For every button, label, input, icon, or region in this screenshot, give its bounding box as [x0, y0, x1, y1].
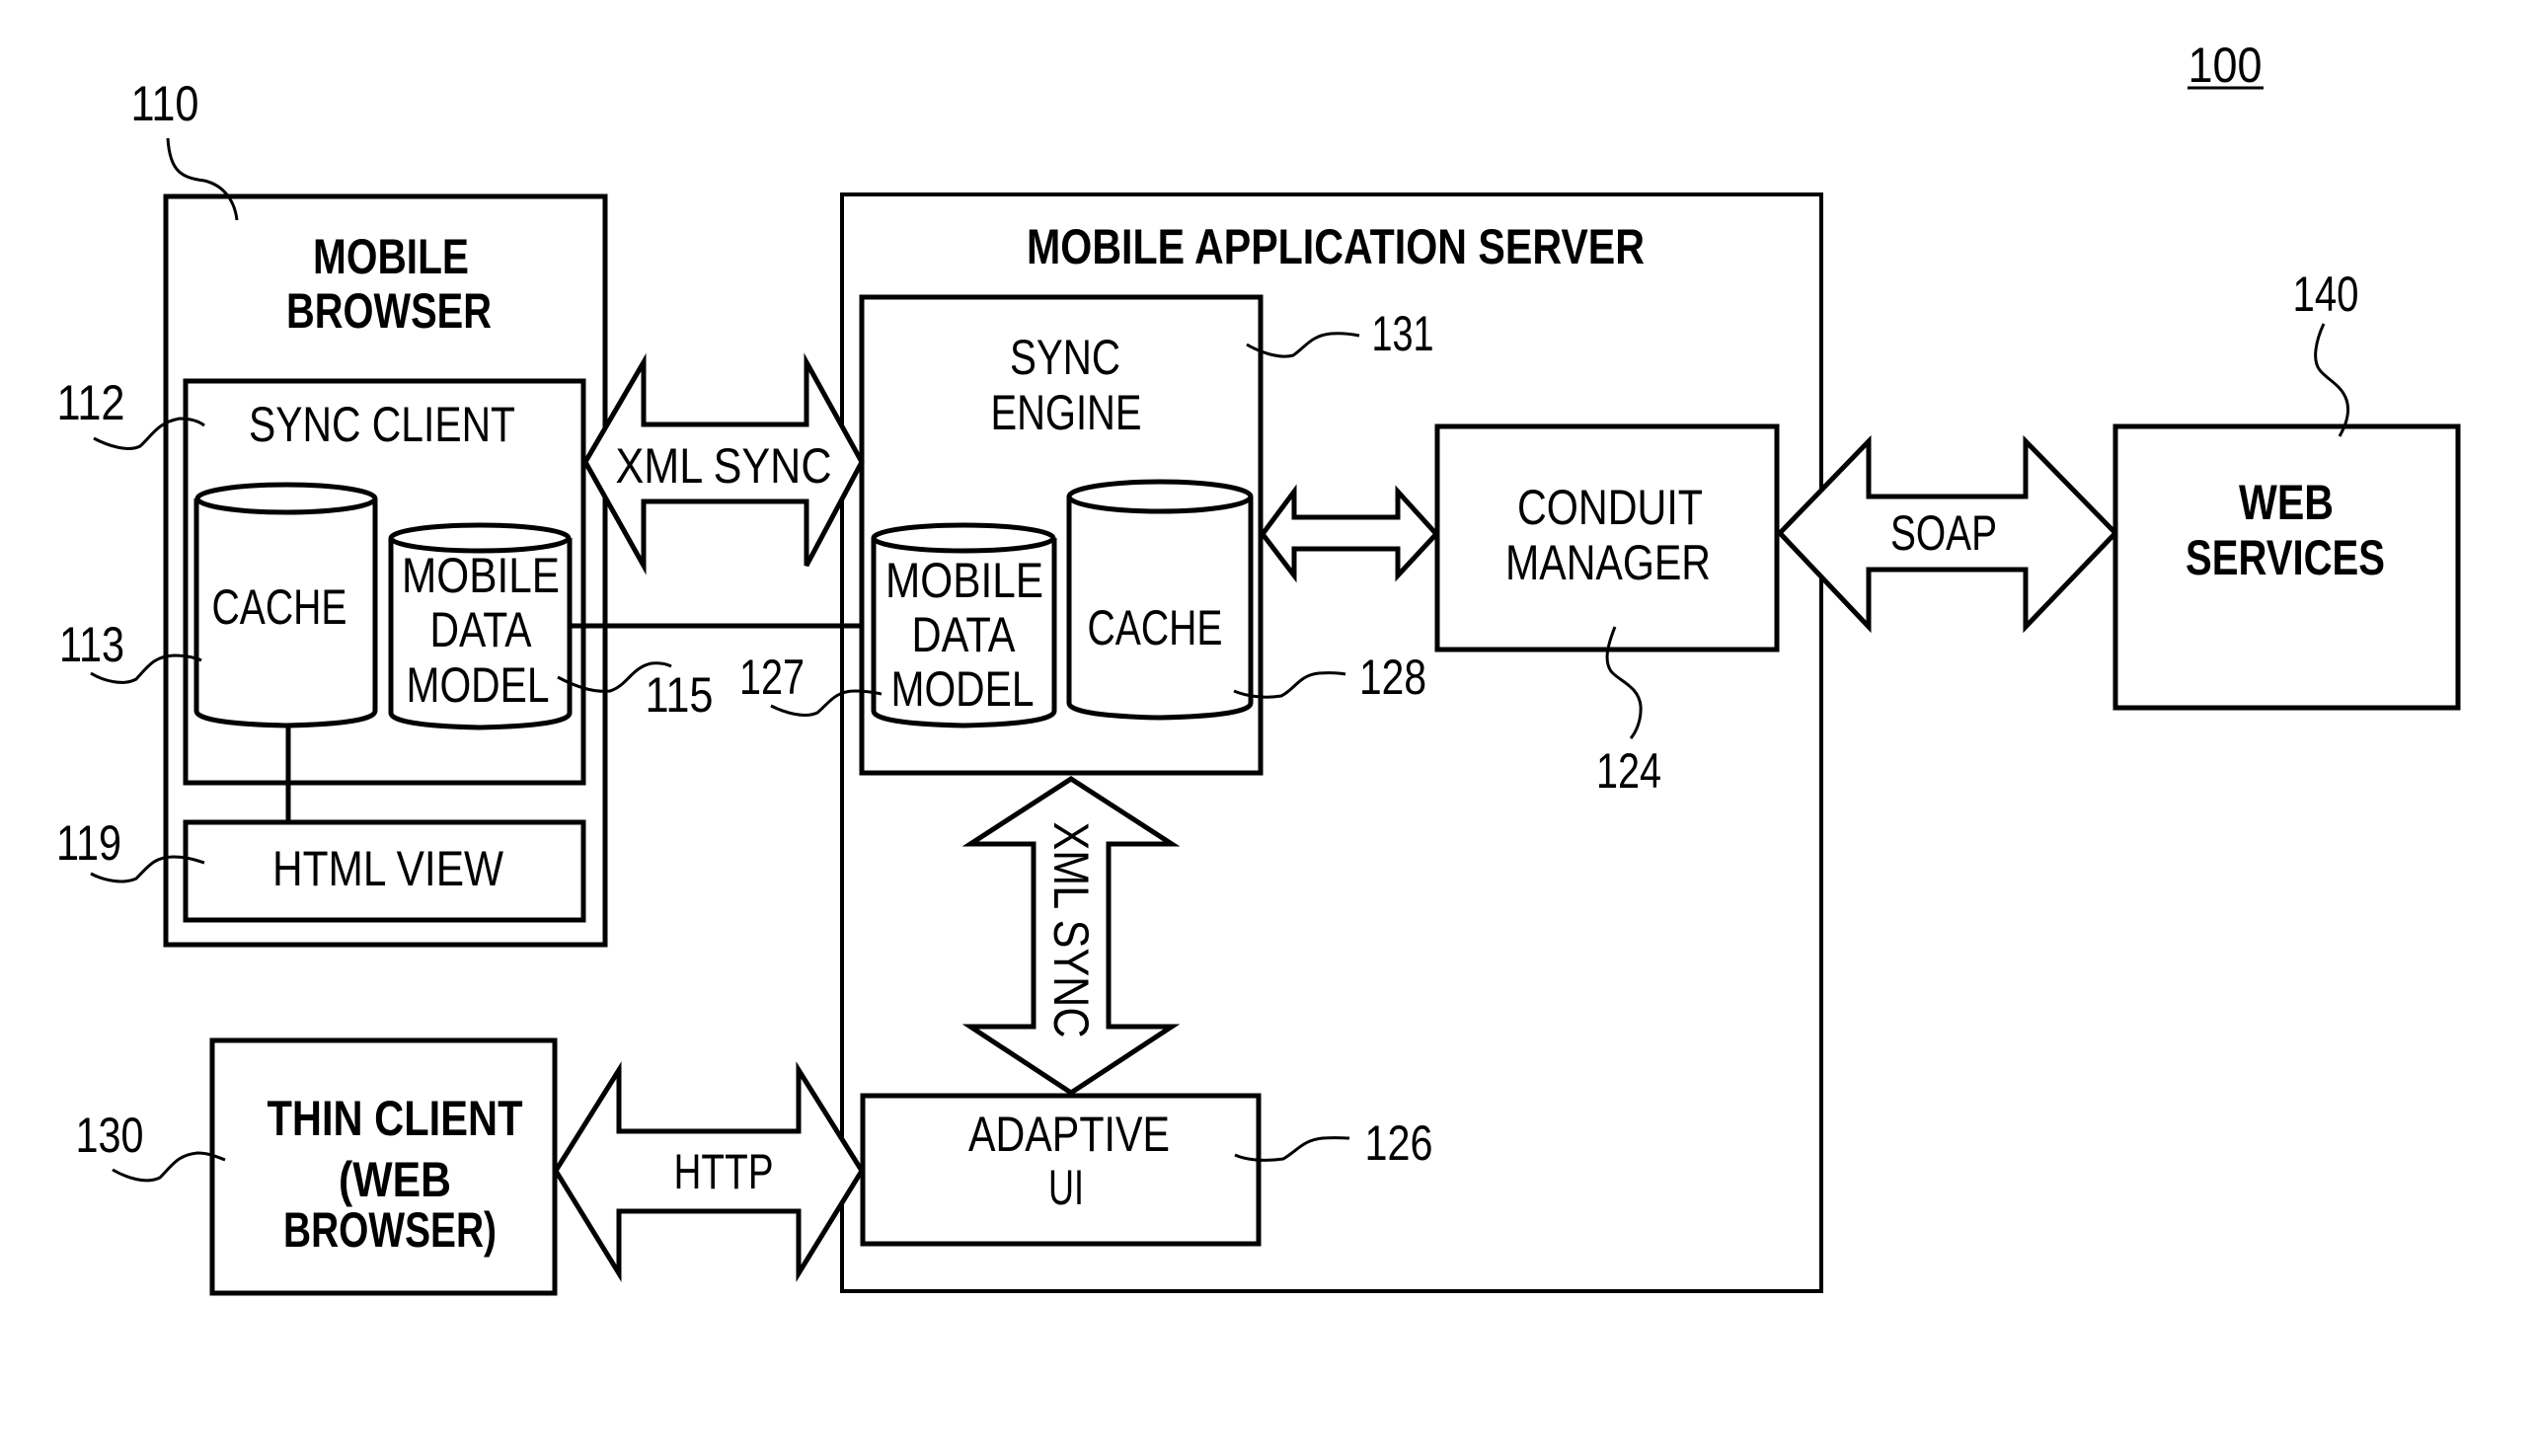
- html-view-label: HTML VIEW: [272, 841, 504, 896]
- client-cache-label: CACHE: [212, 579, 347, 635]
- server-cache-cylinder: CACHE: [1066, 479, 1254, 721]
- ref-130: 130: [76, 1108, 144, 1163]
- engine-conduit-arrow: [1259, 484, 1440, 583]
- web-services-line1: WEB: [2239, 475, 2334, 530]
- sync-client-label: SYNC CLIENT: [249, 397, 515, 452]
- adaptive-ui-line2: UI: [1048, 1160, 1084, 1215]
- server-mdm-line2: DATA: [912, 607, 1017, 662]
- ref-119: 119: [56, 815, 121, 871]
- mobile-browser-title-line1: MOBILE: [313, 229, 469, 284]
- server-title: MOBILE APPLICATION SERVER: [1027, 219, 1645, 274]
- ref-113: 113: [59, 617, 124, 672]
- client-cache-cylinder: CACHE: [193, 482, 378, 728]
- figure-number-text: 100: [2188, 38, 2263, 93]
- ref-131: 131: [1372, 306, 1434, 361]
- conduit-manager: CONDUIT MANAGER: [1434, 423, 1780, 652]
- ref-110: 110: [131, 76, 199, 131]
- client-mdm-line3: MODEL: [407, 657, 550, 713]
- engine-adaptive-xml-sync-arrow: XML SYNC: [961, 776, 1181, 1096]
- mobile-browser: MOBILE BROWSER SYNC CLIENT CACHE MOBILE …: [163, 193, 608, 948]
- figure-number: 100: [2188, 38, 2264, 93]
- server-mdm-line3: MODEL: [891, 661, 1035, 717]
- client-mobile-data-model-cylinder: MOBILE DATA MODEL: [388, 522, 573, 730]
- thin-client: THIN CLIENT (WEB BROWSER): [209, 1037, 558, 1296]
- web-services-line2: SERVICES: [2186, 530, 2385, 585]
- ref-124: 124: [1596, 743, 1661, 799]
- http-label: HTTP: [674, 1144, 774, 1199]
- web-services: WEB SERVICES: [2112, 423, 2461, 711]
- thin-client-line1: THIN CLIENT: [268, 1091, 523, 1146]
- soap-arrow: SOAP: [1776, 434, 2119, 634]
- server-mobile-data-model-cylinder: MOBILE DATA MODEL: [871, 522, 1057, 728]
- vertical-xml-sync-label: XML SYNC: [1043, 822, 1099, 1038]
- sync-engine-line1: SYNC: [1010, 330, 1120, 385]
- sync-client: SYNC CLIENT CACHE MOBILE DATA MODEL: [183, 378, 586, 786]
- ref-126: 126: [1365, 1115, 1433, 1171]
- client-mdm-line2: DATA: [430, 602, 533, 657]
- ref-128: 128: [1359, 650, 1426, 705]
- mobile-browser-title-line2: BROWSER: [286, 283, 492, 339]
- system-architecture-diagram: 100 MOBILE BROWSER SYNC CLIENT CACHE MOB…: [56, 38, 2461, 1296]
- ref-127: 127: [739, 650, 805, 705]
- html-view: HTML VIEW: [183, 819, 586, 923]
- server-mdm-line1: MOBILE: [885, 553, 1043, 608]
- soap-label: SOAP: [1890, 505, 1997, 561]
- sync-engine-line2: ENGINE: [991, 385, 1142, 440]
- server-mdm-top: [871, 522, 1056, 554]
- conduit-manager-line2: MANAGER: [1505, 535, 1711, 590]
- horizontal-xml-sync-label: XML SYNC: [616, 438, 832, 494]
- http-arrow: HTTP: [553, 1061, 865, 1282]
- mobile-application-server: MOBILE APPLICATION SERVER SYNC ENGINE MO…: [840, 192, 1823, 1293]
- leader-131: [1246, 332, 1360, 358]
- leader-140: [2314, 323, 2350, 437]
- ref-112: 112: [57, 375, 125, 430]
- client-server-xml-sync-arrow: XML SYNC: [582, 352, 865, 575]
- thin-client-line2: (WEB: [339, 1152, 451, 1207]
- ref-115: 115: [646, 667, 714, 723]
- client-mdm-line1: MOBILE: [402, 548, 560, 603]
- client-cache-top: [194, 482, 378, 515]
- server-cache-label: CACHE: [1088, 600, 1223, 655]
- adaptive-ui-line1: ADAPTIVE: [968, 1107, 1170, 1162]
- sync-engine: SYNC ENGINE MOBILE DATA MODEL CACHE: [859, 294, 1264, 776]
- thin-client-line3: BROWSER): [283, 1202, 497, 1258]
- conduit-manager-line1: CONDUIT: [1517, 480, 1703, 535]
- ref-140: 140: [2293, 267, 2359, 322]
- adaptive-ui: ADAPTIVE UI: [860, 1093, 1262, 1247]
- server-cache-top: [1066, 479, 1254, 514]
